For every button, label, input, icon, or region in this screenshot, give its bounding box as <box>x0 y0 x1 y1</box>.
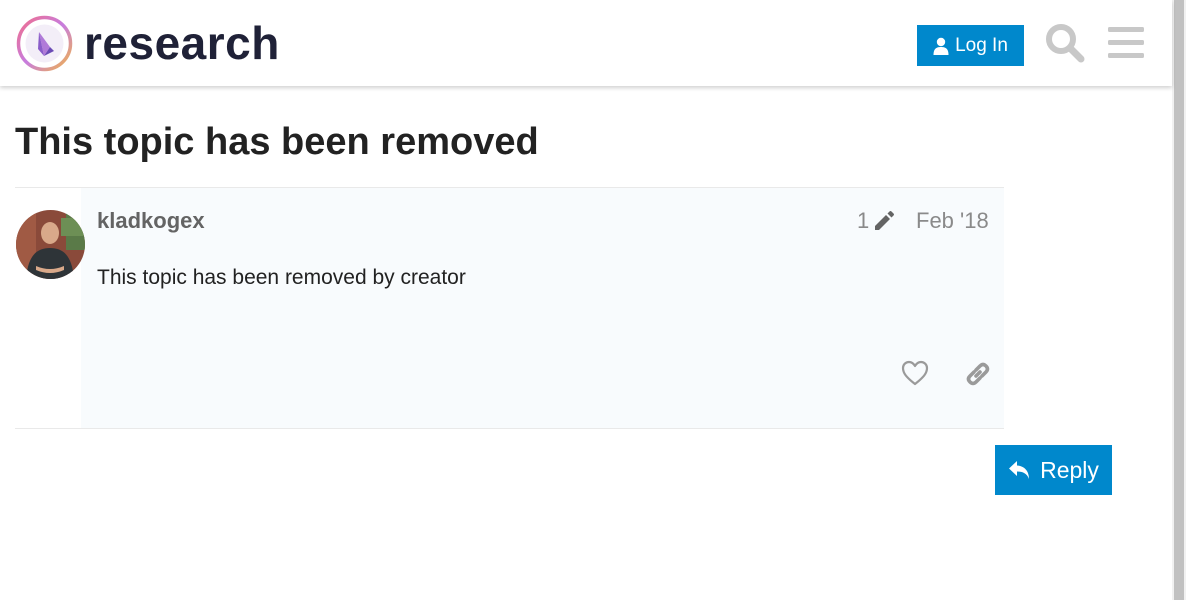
edit-count: 1 <box>857 208 870 233</box>
topic-title: This topic has been removed <box>15 121 539 163</box>
post-divider-bottom <box>15 428 1004 429</box>
reply-label: Reply <box>1040 456 1099 483</box>
reply-button[interactable]: Reply <box>995 445 1112 495</box>
post-content: This topic has been removed by creator <box>97 266 466 289</box>
pencil-icon <box>875 211 895 230</box>
heart-icon <box>901 360 929 386</box>
site-header: research Log In <box>0 0 1172 86</box>
avatar[interactable] <box>16 210 85 279</box>
link-icon <box>966 362 990 386</box>
user-icon <box>933 37 949 55</box>
search-icon <box>1046 24 1085 63</box>
post-username[interactable]: kladkogex <box>97 207 205 235</box>
edit-history-button[interactable]: 1 <box>857 207 895 235</box>
site-name[interactable]: research <box>84 15 280 71</box>
menu-button[interactable] <box>1108 27 1144 59</box>
login-label: Log In <box>955 34 1008 56</box>
search-button[interactable] <box>1045 23 1085 63</box>
scrollbar-thumb[interactable] <box>1174 0 1184 600</box>
login-button[interactable]: Log In <box>917 25 1024 66</box>
reply-arrow-icon <box>1009 461 1030 479</box>
share-link-button[interactable] <box>963 359 993 389</box>
post-date[interactable]: Feb '18 <box>916 207 989 235</box>
logo-icon[interactable] <box>16 15 73 72</box>
like-button[interactable] <box>900 359 930 387</box>
hamburger-menu-icon <box>1108 27 1144 58</box>
